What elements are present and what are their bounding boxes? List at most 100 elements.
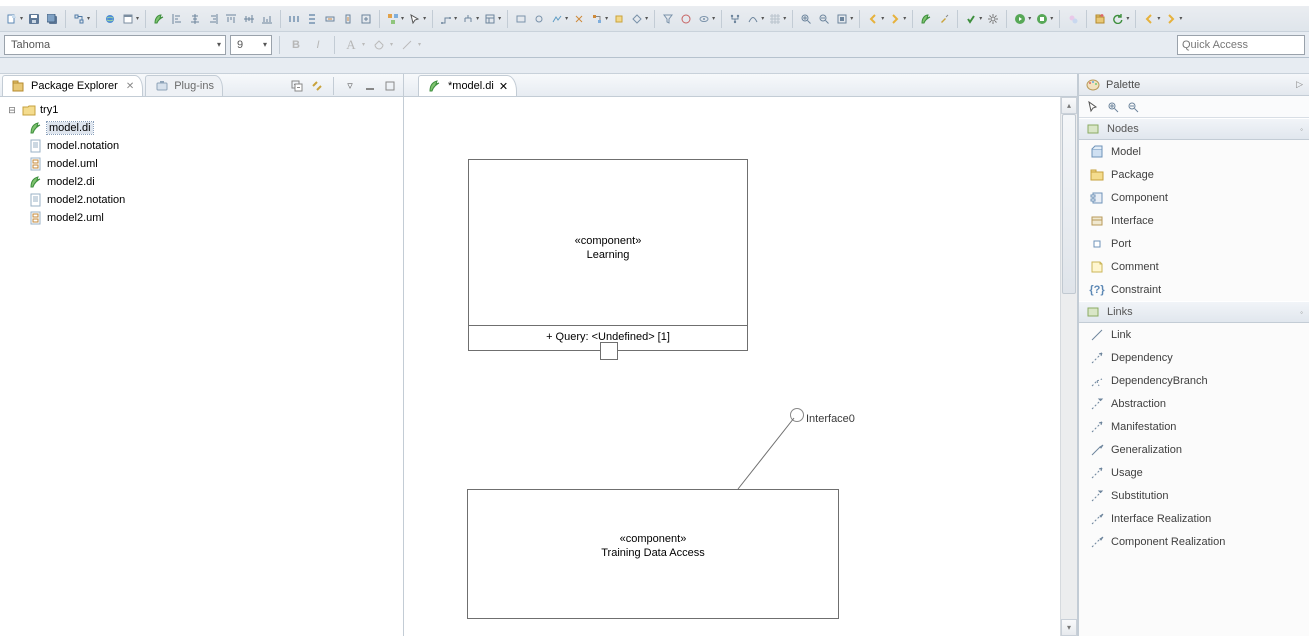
team-synch-icon[interactable] (1065, 11, 1081, 27)
drawer-nodes[interactable]: Nodes ◦ (1079, 118, 1309, 140)
component-training-data-access[interactable]: «component» Training Data Access (467, 489, 839, 619)
palette-item-package[interactable]: Package (1079, 163, 1309, 186)
twisty-expanded-icon[interactable]: ⊟ (6, 105, 18, 116)
tool-misc-7[interactable] (629, 11, 645, 27)
zoom-in-icon[interactable] (798, 11, 814, 27)
link-editor-icon[interactable] (310, 79, 324, 93)
zoom-out-icon[interactable] (816, 11, 832, 27)
save-all-icon[interactable] (44, 11, 60, 27)
select-tool-icon[interactable] (407, 11, 423, 27)
save-icon[interactable] (26, 11, 42, 27)
palette-item-component-realization[interactable]: Component Realization (1079, 530, 1309, 553)
port[interactable] (600, 342, 618, 360)
brush-icon[interactable] (936, 11, 952, 27)
scroll-up-icon[interactable]: ▴ (1061, 97, 1077, 114)
palette-item-generalization[interactable]: Generalization (1079, 438, 1309, 461)
tree-file[interactable]: model2.di (2, 173, 401, 191)
tool-misc-3[interactable] (549, 11, 565, 27)
tool-misc-2[interactable] (531, 11, 547, 27)
align-middle-icon[interactable] (241, 11, 257, 27)
distribute-v-icon[interactable] (304, 11, 320, 27)
palette-item-port[interactable]: Port (1079, 232, 1309, 255)
router-tree-icon[interactable] (460, 11, 476, 27)
diagram-canvas[interactable]: «component» Learning + Query: <Undefined… (404, 97, 1077, 636)
align-left-icon[interactable] (169, 11, 185, 27)
papyrus-arrow-icon[interactable] (151, 11, 167, 27)
auto-size-icon[interactable] (358, 11, 374, 27)
layout-icon[interactable] (482, 11, 498, 27)
palette-item-dependency[interactable]: Dependency (1079, 346, 1309, 369)
minimize-icon[interactable] (363, 79, 377, 93)
filter-icon[interactable] (660, 11, 676, 27)
tool-misc-4[interactable] (571, 11, 587, 27)
connector-style-icon[interactable] (745, 11, 761, 27)
palette-item-link[interactable]: Link (1079, 323, 1309, 346)
palette-item-constraint[interactable]: {?}Constraint (1079, 278, 1309, 301)
collapse-all-icon[interactable] (290, 79, 304, 93)
maximize-icon[interactable] (383, 79, 397, 93)
match-width-icon[interactable] (322, 11, 338, 27)
router-icon[interactable] (438, 11, 454, 27)
font-size-combo[interactable]: 9 ▾ (230, 35, 272, 55)
quick-access-input[interactable]: Quick Access (1177, 35, 1305, 55)
palette-item-manifestation[interactable]: Manifestation (1079, 415, 1309, 438)
palette-item-usage[interactable]: Usage (1079, 461, 1309, 484)
decorate-icon[interactable] (678, 11, 694, 27)
italic-button[interactable]: I (309, 36, 327, 54)
palette-item-comment[interactable]: Comment (1079, 255, 1309, 278)
globe-icon[interactable] (102, 11, 118, 27)
pointer-tool-icon[interactable] (1085, 99, 1101, 115)
palette-item-interface-realization[interactable]: Interface Realization (1079, 507, 1309, 530)
palette-item-component[interactable]: Component (1079, 186, 1309, 209)
align-center-icon[interactable] (187, 11, 203, 27)
tree-project[interactable]: ⊟ try1 (2, 101, 401, 119)
window-icon[interactable] (120, 11, 136, 27)
papyrus-arrow-icon-2[interactable] (918, 11, 934, 27)
marquee-zoom-in-icon[interactable] (1105, 99, 1121, 115)
validate-icon[interactable] (963, 11, 979, 27)
snap-grid-icon[interactable] (767, 11, 783, 27)
arrange-icon[interactable] (385, 11, 401, 27)
tool-misc-6[interactable] (611, 11, 627, 27)
palette-item-model[interactable]: Model (1079, 140, 1309, 163)
scroll-down-icon[interactable]: ▾ (1061, 619, 1077, 636)
zoom-fit-icon[interactable] (834, 11, 850, 27)
drawer-pin-icon[interactable]: ◦ (1300, 125, 1303, 134)
line-color-button[interactable] (398, 36, 416, 54)
run-icon[interactable] (1012, 11, 1028, 27)
diagram-icon[interactable] (71, 11, 87, 27)
palette-collapse-icon[interactable]: ▷ (1296, 79, 1303, 90)
scroll-thumb[interactable] (1062, 114, 1076, 294)
align-top-icon[interactable] (223, 11, 239, 27)
vertical-scrollbar[interactable]: ▴ ▾ (1060, 97, 1077, 636)
marquee-zoom-out-icon[interactable] (1125, 99, 1141, 115)
editor-tab[interactable]: *model.di ✕ (418, 75, 517, 96)
gear-icon[interactable] (985, 11, 1001, 27)
tree-file[interactable]: model.uml (2, 155, 401, 173)
tree-file[interactable]: model.di (2, 119, 401, 137)
view-menu-icon[interactable]: ▿ (343, 79, 357, 93)
refresh-icon[interactable] (1110, 11, 1126, 27)
nav-right-icon[interactable] (1163, 11, 1179, 27)
new-package-icon[interactable] (1092, 11, 1108, 27)
drawer-links[interactable]: Links ◦ (1079, 301, 1309, 323)
back-icon[interactable] (865, 11, 881, 27)
distribute-h-icon[interactable] (286, 11, 302, 27)
font-name-combo[interactable]: Tahoma ▾ (4, 35, 226, 55)
forward-icon[interactable] (887, 11, 903, 27)
tab-plugins[interactable]: Plug-ins (145, 75, 223, 96)
close-icon[interactable]: ✕ (126, 81, 134, 92)
tree-connector-icon[interactable] (727, 11, 743, 27)
palette-item-interface[interactable]: Interface (1079, 209, 1309, 232)
drawer-pin-icon[interactable]: ◦ (1300, 308, 1303, 317)
font-color-button[interactable]: A (342, 36, 360, 54)
tool-misc-5[interactable] (589, 11, 605, 27)
tree-file[interactable]: model2.uml (2, 209, 401, 227)
component-learning[interactable]: «component» Learning + Query: <Undefined… (468, 159, 748, 351)
show-hide-icon[interactable] (696, 11, 712, 27)
tree-file[interactable]: model.notation (2, 137, 401, 155)
tree-file[interactable]: model2.notation (2, 191, 401, 209)
palette-item-substitution[interactable]: Substitution (1079, 484, 1309, 507)
align-bottom-icon[interactable] (259, 11, 275, 27)
tab-package-explorer[interactable]: Package Explorer ✕ (2, 75, 143, 96)
